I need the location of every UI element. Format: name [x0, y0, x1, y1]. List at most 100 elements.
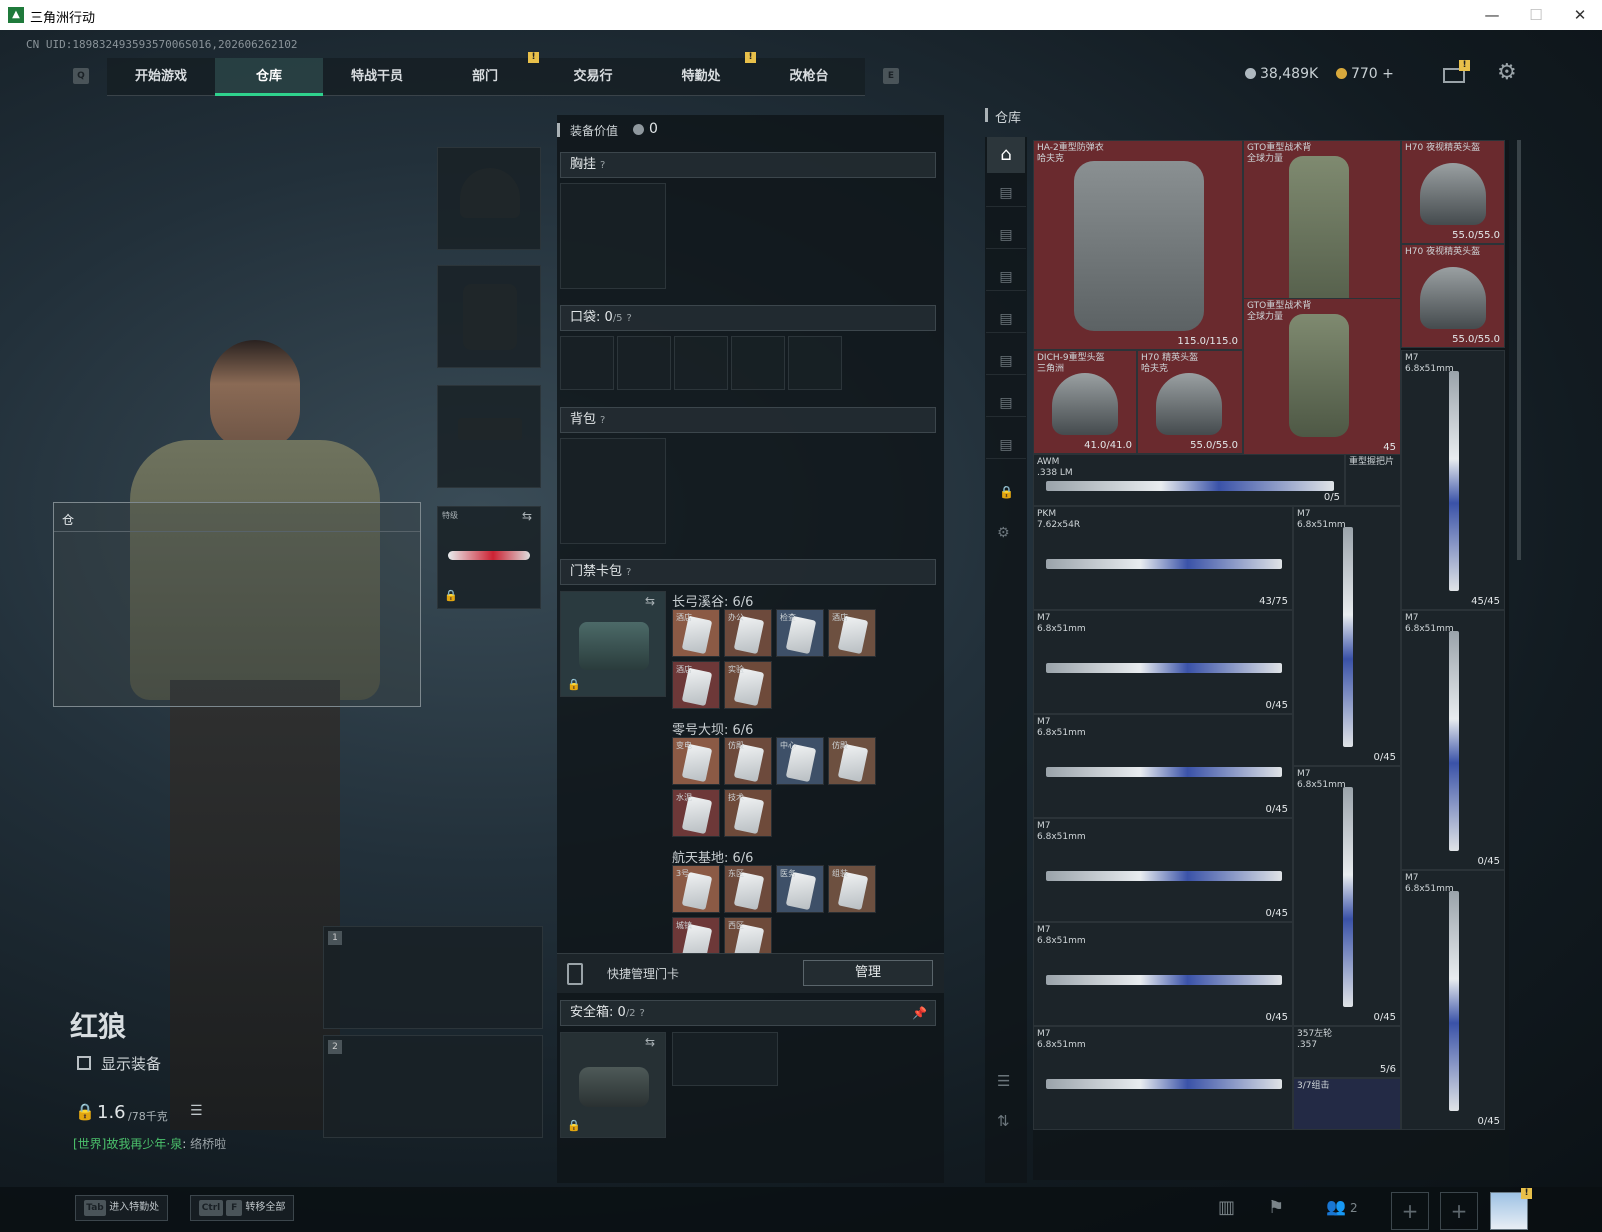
keycard-item[interactable]: 水泥 — [672, 789, 720, 837]
stash-item[interactable]: PKM 7.62x54R 43/75 — [1033, 506, 1293, 610]
keycard-item[interactable]: 仿殿 — [724, 737, 772, 785]
lock-icon[interactable]: 🔒 — [999, 485, 1014, 499]
helmet-slot[interactable] — [437, 147, 541, 250]
keycard-case-slot[interactable]: ⇆ 🔒 — [560, 591, 666, 697]
stash-item[interactable]: AWM .338 LM 0/5 — [1033, 454, 1345, 506]
squad-icon[interactable]: 👥 — [1326, 1197, 1346, 1216]
help-icon[interactable]: ? — [600, 415, 605, 426]
tab-special-ops[interactable]: 特勤处 — [647, 58, 755, 96]
stash-item[interactable]: 重型握把片 — [1345, 454, 1401, 506]
keycard-item[interactable]: 技术 — [724, 789, 772, 837]
safebox-slot[interactable]: ⇆ 🔒 — [560, 1032, 666, 1138]
pocket-slot[interactable] — [617, 336, 671, 390]
keycard-item[interactable]: 仿殿 — [828, 737, 876, 785]
tab-warehouse[interactable]: 仓库 — [215, 58, 323, 96]
close-button[interactable]: ✕ — [1560, 4, 1600, 26]
stats-icon[interactable]: ▥ — [1218, 1197, 1235, 1218]
keycard-item[interactable]: 检查 — [776, 609, 824, 657]
keycard-item[interactable]: 西区 — [724, 917, 772, 953]
help-icon[interactable]: ? — [600, 160, 605, 171]
tab-gunsmith[interactable]: 改枪台 — [755, 58, 863, 96]
stash-item[interactable]: M7 6.8x51mm — [1033, 1026, 1293, 1130]
stash-tab-icon[interactable]: ▤ — [986, 431, 1026, 459]
weight-details-icon[interactable]: ☰ — [190, 1103, 203, 1119]
keycard-item[interactable]: 城镇 — [672, 917, 720, 953]
keycard-item[interactable]: 酒店 — [672, 609, 720, 657]
invite-slot-button[interactable]: + — [1440, 1192, 1478, 1230]
stash-item[interactable]: M7 6.8x51mm 0/45 — [1033, 922, 1293, 1026]
keycard-item[interactable]: 中心 — [776, 737, 824, 785]
show-gear-checkbox[interactable] — [77, 1056, 91, 1070]
keycard-item[interactable]: 办公 — [724, 609, 772, 657]
tab-start-game[interactable]: 开始游戏 — [107, 58, 215, 96]
help-icon[interactable]: ? — [640, 1008, 645, 1019]
keycard-item[interactable]: 变电 — [672, 737, 720, 785]
layers-icon[interactable]: ☰ — [997, 1072, 1010, 1090]
tab-trade[interactable]: 交易行 — [539, 58, 647, 96]
stash-item[interactable]: 3/7组击 — [1293, 1078, 1401, 1130]
keycard-item[interactable]: 酒店 — [672, 661, 720, 709]
pin-icon[interactable]: 📌 — [912, 1001, 927, 1025]
keycard-item[interactable]: 组装 — [828, 865, 876, 913]
stash-item[interactable]: M7 6.8x51mm 0/45 — [1293, 766, 1401, 1026]
pocket-slot[interactable] — [788, 336, 842, 390]
keycard-item[interactable]: 酒店 — [828, 609, 876, 657]
swap-icon[interactable]: ⇆ — [522, 509, 532, 523]
stash-item[interactable]: M7 6.8x51mm 0/45 — [1401, 610, 1505, 870]
stash-item[interactable]: M7 6.8x51mm 0/45 — [1033, 818, 1293, 922]
stash-item[interactable]: M7 6.8x51mm 0/45 — [1293, 506, 1401, 766]
stash-tab-icon[interactable]: ▤ — [986, 305, 1026, 333]
primary-weapon-slot-2[interactable]: 2 — [323, 1035, 543, 1138]
keycard-item[interactable]: 医务 — [776, 865, 824, 913]
tab-department[interactable]: 部门 — [431, 58, 539, 96]
gear-icon[interactable]: ⚙ — [997, 525, 1010, 541]
stash-tab-icon[interactable]: ▤ — [986, 347, 1026, 375]
melee-slot[interactable]: 特级 ⇆ 🔒 — [437, 506, 541, 609]
add-currency-button[interactable]: + — [1382, 66, 1394, 82]
stash-item[interactable]: M7 6.8x51mm 45/45 — [1401, 350, 1505, 610]
transfer-all-button[interactable]: Ctrl F 转移全部 — [190, 1195, 295, 1221]
help-icon[interactable]: ? — [627, 313, 632, 324]
stash-tab-icon[interactable]: ▤ — [986, 389, 1026, 417]
warehouse-home-icon[interactable]: ⌂ — [987, 137, 1025, 173]
pistol-slot[interactable] — [437, 385, 541, 488]
enter-ops-button[interactable]: Tab 进入特勤处 — [75, 1195, 169, 1221]
stash-item[interactable]: H70 夜视精英头盔 55.0/55.0 — [1401, 244, 1505, 348]
primary-weapon-slot-1[interactable]: 1 — [323, 926, 543, 1029]
pocket-slot[interactable] — [674, 336, 728, 390]
safebox-cell[interactable] — [672, 1032, 778, 1086]
flag-icon[interactable]: ⚑ — [1268, 1197, 1284, 1218]
stash-item[interactable]: M7 6.8x51mm 0/45 — [1401, 870, 1505, 1130]
armor-slot[interactable] — [437, 265, 541, 368]
stash-scrollbar[interactable] — [1517, 140, 1521, 560]
settings-gear-icon[interactable]: ⚙ — [1497, 60, 1517, 85]
keycard-item[interactable]: 东区 — [724, 865, 772, 913]
keycard-item[interactable]: 实验 — [724, 661, 772, 709]
chest-rig-slot[interactable] — [560, 183, 666, 289]
stash-tab-icon[interactable]: ▤ — [986, 179, 1026, 207]
tab-operators[interactable]: 特战干员 — [323, 58, 431, 96]
stash-item[interactable]: M7 6.8x51mm 0/45 — [1033, 714, 1293, 818]
keycard-item[interactable]: 3号 — [672, 865, 720, 913]
stash-item[interactable]: DICH-9重型头盔 三角洲 41.0/41.0 — [1033, 350, 1137, 454]
stash-item[interactable]: M7 6.8x51mm 0/45 — [1033, 610, 1293, 714]
stash-item[interactable]: HA-2重型防弹衣 哈夫克 115.0/115.0 — [1033, 140, 1243, 350]
invite-slot-button[interactable]: + — [1391, 1192, 1429, 1230]
swap-icon[interactable]: ⇆ — [645, 1035, 655, 1049]
maximize-button[interactable]: ☐ — [1516, 4, 1556, 26]
stash-item[interactable]: 357左轮 .357 5/6 — [1293, 1026, 1401, 1078]
stash-tab-icon[interactable]: ▤ — [986, 263, 1026, 291]
stash-item[interactable]: H70 精英头盔 哈夫克 55.0/55.0 — [1137, 350, 1243, 454]
manage-button[interactable]: 管理 — [803, 960, 933, 986]
sort-icon[interactable]: ⇅ — [997, 1112, 1010, 1130]
help-icon[interactable]: ? — [626, 567, 631, 578]
stash-item[interactable]: H70 夜视精英头盔 55.0/55.0 — [1401, 140, 1505, 244]
backpack-slot[interactable] — [560, 438, 666, 544]
pocket-slot[interactable] — [560, 336, 614, 390]
stash-tab-icon[interactable]: ▤ — [986, 221, 1026, 249]
pocket-slot[interactable] — [731, 336, 785, 390]
stash-item[interactable]: GTO重型战术背 全球力量 45 — [1243, 298, 1401, 456]
minimize-button[interactable]: — — [1472, 4, 1512, 26]
knife-item[interactable] — [448, 551, 530, 560]
swap-icon[interactable]: ⇆ — [645, 594, 655, 608]
